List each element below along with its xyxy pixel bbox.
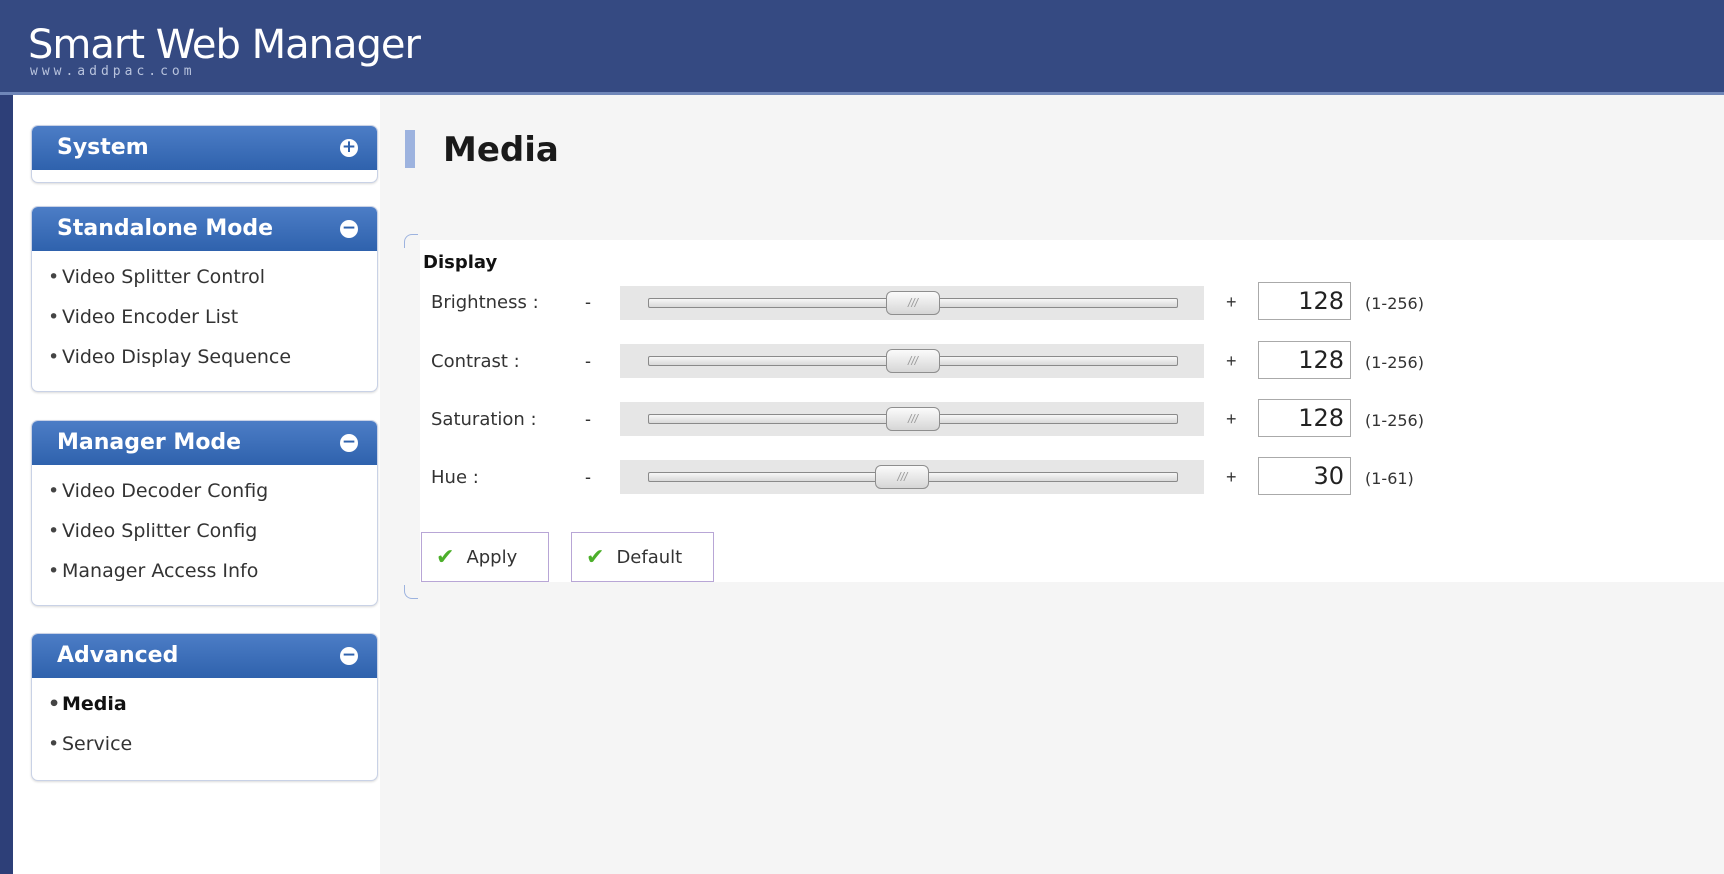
panel-system-title: System [57, 135, 149, 160]
app-subtitle: www.addpac.com [30, 64, 196, 79]
apply-button-label: Apply [466, 546, 518, 568]
brightness-slider-handle[interactable]: /// [886, 291, 940, 315]
contrast-label: Contrast : [431, 351, 520, 372]
brightness-input[interactable] [1258, 282, 1351, 320]
saturation-range: (1-256) [1365, 411, 1424, 430]
sidebar: System + Standalone Mode − • Video Splitt… [13, 95, 380, 874]
contrast-decrease[interactable]: - [585, 351, 591, 372]
contrast-increase[interactable]: + [1226, 351, 1237, 372]
hue-range: (1-61) [1365, 469, 1414, 488]
panel-advanced-title: Advanced [57, 643, 179, 668]
menu-item-media[interactable]: •Media [48, 684, 377, 724]
hue-increase[interactable]: + [1226, 467, 1237, 488]
brightness-increase[interactable]: + [1226, 292, 1237, 313]
contrast-slider-handle[interactable]: /// [886, 349, 940, 373]
contrast-input[interactable] [1258, 341, 1351, 379]
hue-slider-handle[interactable]: /// [875, 465, 930, 489]
panel-advanced: Advanced − •Media • Service [31, 633, 378, 781]
app-header: Smart Web Manager www.addpac.com [0, 0, 1724, 95]
brightness-label: Brightness : [431, 292, 539, 313]
menu-item-video-encoder-list[interactable]: • Video Encoder List [48, 297, 377, 337]
panel-manager-mode: Manager Mode − • Video Decoder Config • Vi… [31, 420, 378, 606]
contrast-range: (1-256) [1365, 353, 1424, 372]
check-icon: ✔ [436, 544, 455, 570]
saturation-increase[interactable]: + [1226, 409, 1237, 430]
collapse-icon[interactable]: − [340, 220, 358, 238]
panel-standalone-mode: Standalone Mode − • Video Splitter Contro… [31, 206, 378, 392]
panel-advanced-header[interactable]: Advanced − [32, 634, 377, 678]
hue-label: Hue : [431, 467, 479, 488]
left-edge-bar [0, 95, 13, 874]
panel-system-header[interactable]: System + [32, 126, 377, 170]
menu-item-video-display-sequence[interactable]: • Video Display Sequence [48, 337, 377, 377]
panel-standalone-header[interactable]: Standalone Mode − [32, 207, 377, 251]
page-title: Media [405, 130, 559, 170]
standalone-menu: • Video Splitter Control • Video Encoder L… [32, 251, 377, 387]
apply-button[interactable]: ✔ Apply [421, 532, 549, 582]
menu-item-manager-access-info[interactable]: • Manager Access Info [48, 551, 377, 591]
saturation-decrease[interactable]: - [585, 409, 591, 430]
panel-manager-header[interactable]: Manager Mode − [32, 421, 377, 465]
hue-input[interactable] [1258, 457, 1351, 495]
hue-decrease[interactable]: - [585, 467, 591, 488]
saturation-slider-handle[interactable]: /// [886, 407, 940, 431]
default-button[interactable]: ✔ Default [571, 532, 714, 582]
check-icon: ✔ [586, 544, 605, 570]
section-title-display: Display [423, 252, 498, 273]
manager-menu: • Video Decoder Config • Video Splitter Co… [32, 465, 377, 601]
saturation-label: Saturation : [431, 409, 537, 430]
menu-item-video-splitter-config[interactable]: • Video Splitter Config [48, 511, 377, 551]
advanced-menu: •Media • Service [32, 678, 377, 774]
fieldset-corner-top [404, 234, 418, 248]
fieldset-corner-bottom [404, 585, 418, 599]
panel-system: System + [31, 125, 378, 183]
panel-manager-title: Manager Mode [57, 430, 242, 455]
panel-standalone-title: Standalone Mode [57, 216, 274, 241]
saturation-input[interactable] [1258, 399, 1351, 437]
menu-item-video-decoder-config[interactable]: • Video Decoder Config [48, 471, 377, 511]
collapse-icon[interactable]: − [340, 647, 358, 665]
default-button-label: Default [616, 546, 683, 568]
collapse-icon[interactable]: − [340, 434, 358, 452]
app-title: Smart Web Manager [28, 22, 421, 68]
expand-icon[interactable]: + [340, 139, 358, 157]
menu-item-service[interactable]: • Service [48, 724, 377, 764]
brightness-decrease[interactable]: - [585, 292, 591, 313]
menu-item-video-splitter-control[interactable]: • Video Splitter Control [48, 257, 377, 297]
brightness-range: (1-256) [1365, 294, 1424, 313]
